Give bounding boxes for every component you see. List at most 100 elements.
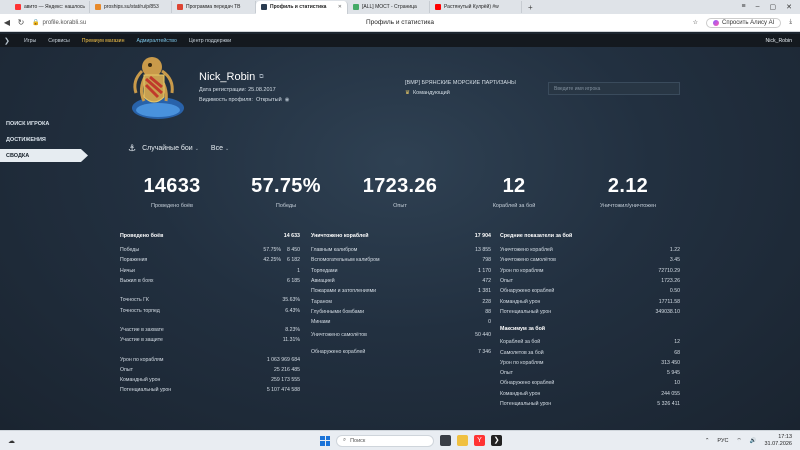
- alice-button[interactable]: Спросить Алису AI: [706, 17, 782, 28]
- anchor-icon: ⚓: [128, 143, 137, 153]
- clan-name[interactable]: [BMP] БРЯНСКИЕ МОРСКИЕ ПАРТИЗАНЫ: [405, 80, 516, 86]
- sidebar-item-achievements[interactable]: ДОСТИЖЕНИЯ: [0, 133, 90, 146]
- chevron-down-icon: ⌄: [224, 146, 230, 152]
- sidebar-item-summary[interactable]: СВОДКА: [0, 149, 88, 162]
- profile-page: ПОИСК ИГРОКА ДОСТИЖЕНИЯ СВОДКА Nick_Robi…: [0, 47, 800, 430]
- network-icon[interactable]: ⌔: [736, 437, 741, 444]
- taskbar: ☁ ⌕ Поиск Y ❯ ⌃ РУС ⌔ 🔊 17:13 31.07.2026: [0, 430, 800, 450]
- maximize-icon[interactable]: ▢: [770, 3, 777, 11]
- close-window-icon[interactable]: ✕: [786, 3, 792, 11]
- file-explorer-icon[interactable]: [457, 435, 468, 446]
- stat-row: Поражения 42.25% 6 182: [120, 257, 300, 264]
- registration-date: Дата регистрации: 25.08.2017: [199, 87, 276, 93]
- browser-tab[interactable]: Программа передач ТВ: [172, 1, 256, 13]
- bookmark-icon[interactable]: ☆: [693, 19, 698, 26]
- back-icon[interactable]: ◀: [0, 18, 14, 27]
- taskbar-search[interactable]: ⌕ Поиск: [336, 434, 434, 447]
- widgets-icon[interactable]: ☁: [8, 437, 15, 445]
- stat-row: Командный урон 17711.58: [500, 298, 680, 305]
- copy-icon[interactable]: ⧉: [259, 74, 263, 81]
- clan-role: ♛ Командующий: [405, 90, 450, 96]
- tray-chevron-icon[interactable]: ⌃: [705, 438, 710, 444]
- stat-row: Точность торпед 6.43%: [120, 307, 300, 314]
- browser-tab[interactable]: [ALL] МОСТ - Страница: [348, 1, 430, 13]
- menu-icon[interactable]: ≡: [742, 3, 746, 11]
- lock-icon: 🔒: [32, 20, 40, 26]
- window-controls: ≡ – ▢ ✕: [742, 3, 800, 11]
- player-search-input[interactable]: Введите имя игрока: [548, 82, 680, 95]
- site-logo-icon[interactable]: ❯: [4, 37, 14, 45]
- battles-column: Проведено боёв 14 633 Победы 57.75% 8 450 П…: [120, 233, 300, 396]
- stat-row: Самолетов за бой 68: [500, 349, 680, 356]
- battle-type-select[interactable]: Случайные бои ⌄: [142, 145, 199, 152]
- nav-item-admiralty[interactable]: Адмиралтейство: [130, 38, 182, 44]
- stat-row: Минами 0: [311, 319, 491, 326]
- stat-row: Опыт 5 945: [500, 370, 680, 377]
- reload-icon[interactable]: ↻: [14, 18, 28, 27]
- browser-tab-active[interactable]: Профиль и статистика ✕: [256, 0, 348, 14]
- yandex-browser-icon[interactable]: Y: [474, 435, 485, 446]
- sidebar-item-search-player[interactable]: ПОИСК ИГРОКА: [0, 117, 90, 130]
- stat-row: Вспомогательным калибром 798: [311, 257, 491, 264]
- volume-icon[interactable]: 🔊: [750, 438, 757, 444]
- url-field[interactable]: 🔒 profile.korabli.su: [32, 19, 252, 27]
- summary-exp: 1723.26 Опыт: [362, 175, 438, 209]
- nav-item-support[interactable]: Центр поддержки: [183, 38, 237, 44]
- browser-tab[interactable]: Растянутый Кулрёй) #w: [430, 1, 522, 13]
- stat-row: Точность ГК 35.63%: [120, 297, 300, 304]
- stat-row: Урон по кораблям 72710.29: [500, 267, 680, 274]
- summary-wins: 57.75% Победы: [251, 175, 321, 209]
- download-icon[interactable]: ⤓: [789, 19, 792, 26]
- averages-header: Средние показатели за бой: [500, 233, 573, 239]
- destroyed-header: Уничтожено кораблей 17 904: [311, 233, 491, 239]
- stat-row: Пожарами и затоплениями 1 381: [311, 288, 491, 295]
- ship-filter-select[interactable]: Все ⌄: [211, 145, 229, 152]
- stat-row: Опыт 25 216 485: [120, 366, 300, 373]
- stat-row: Ничьи 1: [120, 267, 300, 274]
- task-view-icon[interactable]: [440, 435, 451, 446]
- stat-row: Участие в захвате 8.23%: [120, 326, 300, 333]
- stat-row: Участие в защите 11.31%: [120, 337, 300, 344]
- stat-row: Уничтожено самолётов 3.45: [500, 257, 680, 264]
- tab-favicon-icon: [15, 4, 21, 10]
- stat-row: Победы 57.75% 8 450: [120, 247, 300, 254]
- summary-battles: 14633 Проведено боёв: [143, 175, 201, 209]
- new-tab-button[interactable]: +: [522, 3, 539, 12]
- input-language[interactable]: РУС: [717, 438, 728, 444]
- player-emblem-icon: [132, 57, 184, 119]
- stat-row: Командный урон 259 173 555: [120, 377, 300, 384]
- stat-row: Урон по кораблям 313 450: [500, 359, 680, 366]
- averages-column: Средние показатели за бой Уничтожено кор…: [500, 233, 680, 409]
- close-tab-icon[interactable]: ✕: [338, 4, 342, 10]
- site-nav: ❯ Игры Сервисы Премиум магазин Адмиралте…: [0, 34, 800, 47]
- eye-icon[interactable]: ◉: [285, 97, 290, 103]
- summary-kd: 2.12 Уничтожил/уничтожен: [599, 175, 657, 209]
- nav-item-services[interactable]: Сервисы: [42, 38, 76, 44]
- nav-item-premium-shop[interactable]: Премиум магазин: [76, 38, 131, 44]
- stat-row: Потенциальный урон 5 326 411: [500, 401, 680, 407]
- stat-row: Урон по кораблям 1 063 969 684: [120, 356, 300, 363]
- summary-ships-per-battle: 12 Кораблей за бой: [492, 175, 536, 209]
- browser-tab[interactable]: авито — Яндекс: нашлось: [10, 1, 90, 13]
- stat-row: Обнаружено кораблей 10: [500, 380, 680, 387]
- stat-row: Потенциальный урон 5 107 474 588: [120, 387, 300, 394]
- stat-row: Командный урон 244 055: [500, 390, 680, 397]
- browser-tab-bar: авито — Яндекс: нашлось proships.su/stat…: [0, 0, 800, 14]
- stat-row: Опыт 1723.26: [500, 278, 680, 285]
- sidebar: ПОИСК ИГРОКА ДОСТИЖЕНИЯ СВОДКА: [0, 117, 90, 165]
- clock[interactable]: 17:13 31.07.2026: [764, 434, 792, 448]
- nav-item-games[interactable]: Игры: [18, 38, 42, 44]
- user-menu[interactable]: Nick_Robin: [765, 38, 800, 44]
- stat-row: Обнаружено кораблей 0.50: [500, 288, 680, 295]
- tab-favicon-icon: [177, 4, 183, 10]
- tab-favicon-icon: [261, 4, 267, 10]
- minimize-icon[interactable]: –: [756, 3, 760, 11]
- stat-row: Выжил в боях 6 185: [120, 278, 300, 285]
- game-app-icon[interactable]: ❯: [491, 435, 502, 446]
- stat-row: Обнаружено кораблей 7 346: [311, 348, 491, 355]
- alice-icon: [713, 19, 719, 26]
- start-button[interactable]: [320, 435, 330, 446]
- stat-row: Кораблей за бой 12: [500, 339, 680, 346]
- profile-visibility: Видимость профиля: Открытый ◉: [199, 97, 290, 103]
- browser-tab[interactable]: proships.su/stat/ru/p/853: [90, 1, 172, 13]
